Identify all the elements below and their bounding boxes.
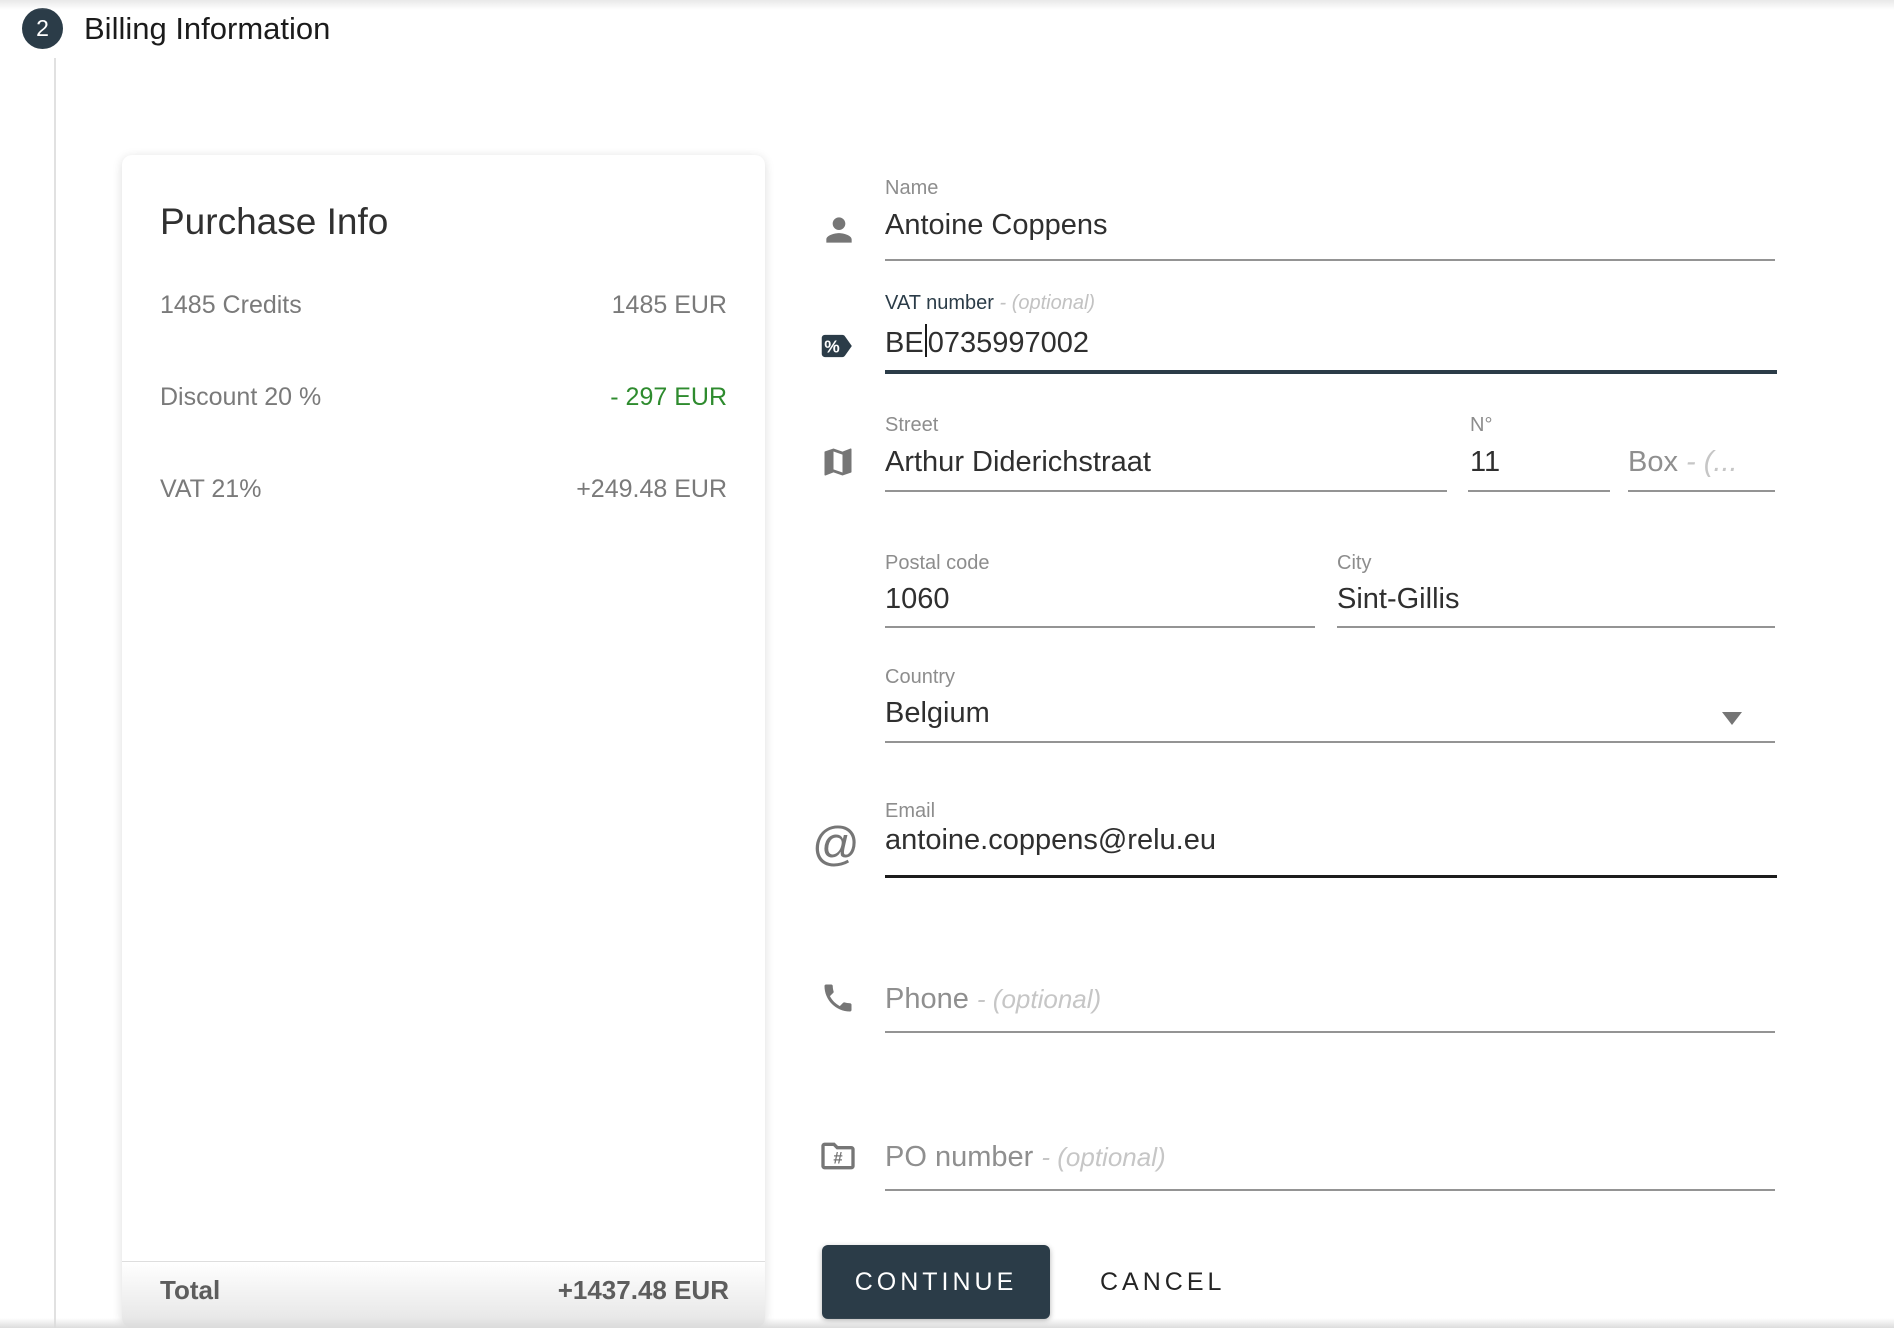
box-placeholder: Box bbox=[1628, 446, 1678, 478]
city-field-label: City bbox=[1337, 552, 1371, 575]
street-field-label: Street bbox=[885, 414, 938, 437]
country-field-label: Country bbox=[885, 666, 955, 689]
billing-information-screen: 2 Billing Information Purchase Info 1485… bbox=[0, 0, 1894, 1328]
purchase-info-card: Purchase Info 1485 Credits 1485 EUR Disc… bbox=[122, 155, 765, 1328]
house-number-underline bbox=[1468, 490, 1610, 492]
credits-label: 1485 Credits bbox=[160, 291, 302, 320]
phone-input[interactable]: Phone - (optional) bbox=[885, 983, 1101, 1016]
vat-underline bbox=[885, 370, 1777, 374]
total-label: Total bbox=[160, 1275, 220, 1306]
city-underline bbox=[1337, 626, 1775, 628]
box-underline bbox=[1628, 490, 1775, 492]
postal-code-input[interactable]: 1060 bbox=[885, 583, 950, 616]
bottom-shadow bbox=[0, 1318, 1894, 1328]
email-underline bbox=[885, 875, 1777, 878]
po-number-placeholder: PO number bbox=[885, 1141, 1033, 1173]
purchase-row-discount: Discount 20 % - 297 EUR bbox=[160, 383, 727, 412]
folder-hash-icon: # bbox=[818, 1136, 858, 1176]
at-icon: @ bbox=[812, 816, 860, 871]
email-input[interactable]: antoine.coppens@relu.eu bbox=[885, 824, 1216, 857]
email-field-label: Email bbox=[885, 800, 935, 823]
street-underline bbox=[885, 490, 1447, 492]
po-number-underline bbox=[885, 1189, 1775, 1191]
box-input[interactable]: Box - (... bbox=[1628, 446, 1738, 479]
person-icon bbox=[820, 211, 858, 249]
chevron-down-icon[interactable] bbox=[1722, 712, 1742, 725]
continue-button[interactable]: CONTINUE bbox=[822, 1245, 1050, 1319]
phone-optional-hint: - (optional) bbox=[977, 984, 1101, 1014]
house-number-input[interactable]: 11 bbox=[1470, 446, 1500, 479]
stepper-connector-line bbox=[54, 58, 56, 1328]
discount-label: Discount 20 % bbox=[160, 383, 321, 412]
country-select[interactable]: Belgium bbox=[885, 697, 990, 730]
vat-amount: +249.48 EUR bbox=[576, 475, 727, 504]
name-underline bbox=[885, 259, 1775, 261]
name-input[interactable]: Antoine Coppens bbox=[885, 209, 1108, 242]
form-actions: CONTINUE CANCEL bbox=[822, 1245, 1225, 1319]
phone-placeholder: Phone bbox=[885, 983, 969, 1015]
svg-text:#: # bbox=[833, 1149, 842, 1168]
postal-code-underline bbox=[885, 626, 1315, 628]
street-input[interactable]: Arthur Diderichstraat bbox=[885, 446, 1151, 479]
purchase-row-credits: 1485 Credits 1485 EUR bbox=[160, 291, 727, 320]
percent-tag-icon: % bbox=[815, 327, 857, 365]
credits-amount: 1485 EUR bbox=[612, 291, 727, 320]
postal-code-field-label: Postal code bbox=[885, 552, 990, 575]
house-number-field-label: N° bbox=[1470, 414, 1492, 437]
svg-text:%: % bbox=[824, 336, 840, 356]
vat-optional-hint: - (optional) bbox=[1000, 292, 1096, 314]
discount-amount: - 297 EUR bbox=[610, 383, 727, 412]
purchase-row-vat: VAT 21% +249.48 EUR bbox=[160, 475, 727, 504]
map-icon bbox=[820, 444, 856, 480]
step-number-badge: 2 bbox=[22, 8, 63, 49]
country-underline bbox=[885, 741, 1775, 743]
page-title: Billing Information bbox=[84, 11, 330, 47]
vat-label: VAT 21% bbox=[160, 475, 261, 504]
vat-input[interactable]: BE0735997002 bbox=[885, 324, 1089, 360]
po-number-optional-hint: - (optional) bbox=[1041, 1142, 1165, 1172]
text-cursor bbox=[925, 324, 927, 357]
box-optional-hint: - (... bbox=[1686, 446, 1738, 478]
phone-icon bbox=[820, 980, 856, 1016]
step-number: 2 bbox=[36, 15, 49, 42]
vat-field-label: VAT number - (optional) bbox=[885, 292, 1095, 315]
po-number-input[interactable]: PO number - (optional) bbox=[885, 1141, 1166, 1174]
phone-underline bbox=[885, 1031, 1775, 1033]
name-field-label: Name bbox=[885, 177, 938, 200]
purchase-info-title: Purchase Info bbox=[160, 201, 388, 243]
top-shadow bbox=[0, 0, 1894, 10]
total-amount: +1437.48 EUR bbox=[558, 1275, 729, 1306]
cancel-button[interactable]: CANCEL bbox=[1100, 1268, 1225, 1297]
city-input[interactable]: Sint-Gillis bbox=[1337, 583, 1459, 616]
